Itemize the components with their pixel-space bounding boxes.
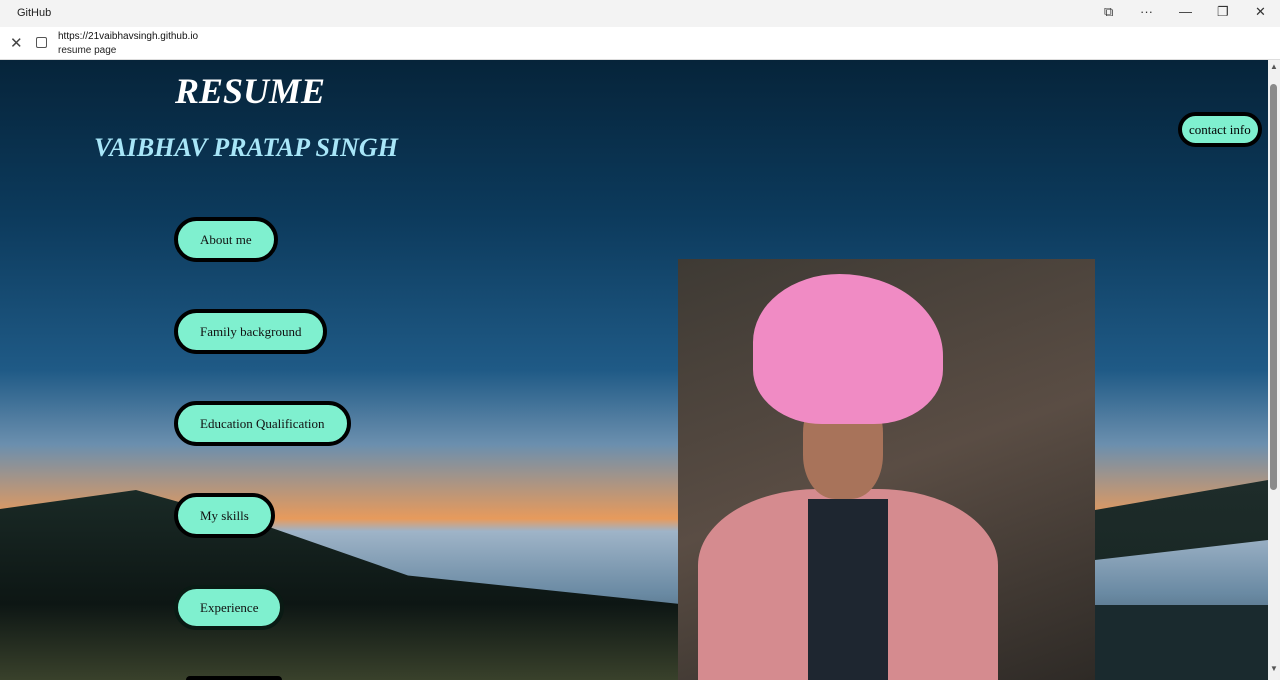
page-title-text: resume page [58,45,117,56]
contact-info-button[interactable]: contact info [1178,112,1262,147]
scroll-down-icon[interactable]: ▼ [1270,664,1278,673]
restore-icon[interactable]: ❐ [1217,4,1229,20]
minimize-icon[interactable]: — [1179,4,1192,19]
experience-button[interactable]: Experience [174,585,285,630]
app-icon[interactable]: ⧉ [1104,4,1113,20]
background-landscape [1095,605,1268,680]
person-name: VAIBHAV PRATAP SINGH [94,133,398,162]
more-icon[interactable]: ··· [1140,4,1153,19]
photo-turban [753,274,943,424]
scrollbar-thumb[interactable] [1270,84,1277,490]
url-text[interactable]: https://21vaibhavsingh.github.io [58,31,198,42]
education-qualification-button[interactable]: Education Qualification [174,401,351,446]
photo-shirt [808,499,888,680]
window-title: GitHub [17,7,52,19]
scrollbar[interactable]: ▲ ▼ [1268,60,1280,680]
address-bar: ✕ https://21vaibhavsingh.github.io resum… [0,27,1280,60]
scroll-up-icon[interactable]: ▲ [1270,62,1278,71]
close-window-icon[interactable]: ✕ [1255,4,1266,20]
next-nav-button[interactable] [186,676,282,680]
family-background-button[interactable]: Family background [174,309,328,354]
close-icon[interactable]: ✕ [10,34,23,52]
about-me-button[interactable]: About me [174,217,278,262]
browser-title-bar: GitHub ⧉ ··· — ❐ ✕ [0,0,1280,27]
lock-icon[interactable] [36,37,47,48]
my-skills-button[interactable]: My skills [174,493,275,538]
resume-page: RESUME VAIBHAV PRATAP SINGH contact info… [0,60,1268,680]
profile-photo [678,259,1095,680]
page-heading: RESUME [175,71,326,111]
background-landscape [0,490,680,680]
